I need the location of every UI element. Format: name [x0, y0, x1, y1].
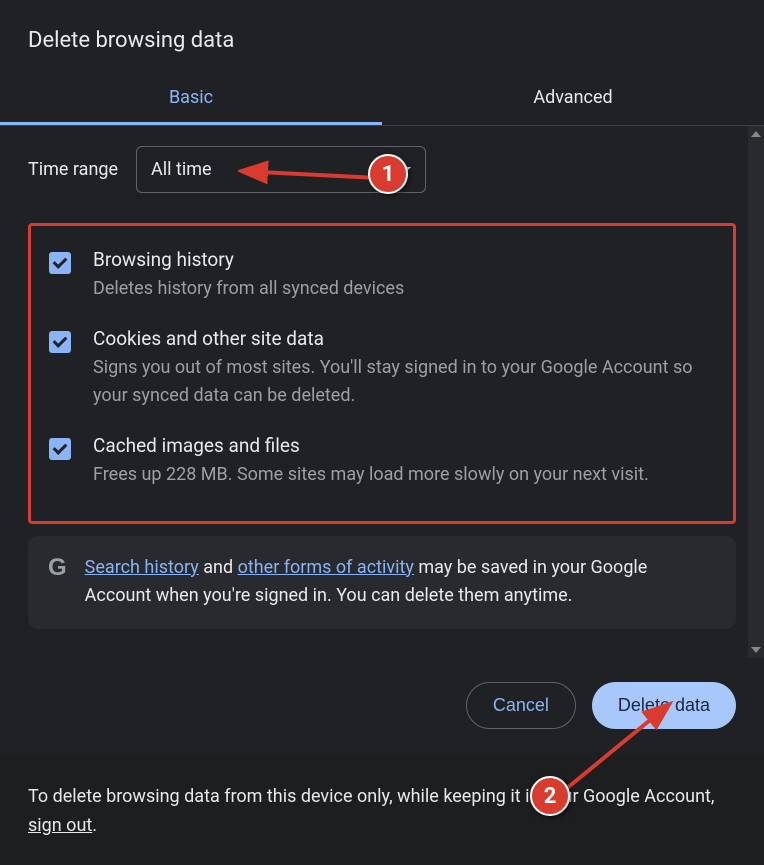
- google-info-card: G Search history and other forms of acti…: [28, 536, 736, 630]
- dialog-footer: Cancel Delete data 2: [0, 658, 764, 753]
- google-g-icon: G: [48, 554, 67, 580]
- checkbox-cache[interactable]: [49, 438, 71, 460]
- checkbox-cookies[interactable]: [49, 331, 71, 353]
- delete-browsing-data-dialog: Delete browsing data Basic Advanced Time…: [0, 0, 764, 865]
- checkbox-browsing-history[interactable]: [49, 252, 71, 274]
- annotation-highlight-box: Browsing history Deletes history from al…: [28, 223, 736, 524]
- tab-advanced[interactable]: Advanced: [382, 73, 764, 125]
- option-cookies[interactable]: Cookies and other site data Signs you ou…: [35, 317, 729, 424]
- option-title: Cached images and files: [93, 434, 715, 457]
- dialog-title: Delete browsing data: [0, 0, 764, 73]
- scrollbar[interactable]: [748, 126, 764, 658]
- option-text: Cached images and files Frees up 228 MB.…: [93, 434, 715, 489]
- content-wrap: Time range All time 1 Browsing history D…: [0, 126, 764, 658]
- annotation-badge-1: 1: [368, 154, 408, 194]
- delete-data-button[interactable]: Delete data: [592, 682, 736, 729]
- time-range-value: All time: [151, 159, 212, 180]
- tab-bar: Basic Advanced: [0, 73, 764, 126]
- option-desc: Frees up 228 MB. Some sites may load mor…: [93, 461, 715, 489]
- dialog-content: Time range All time 1 Browsing history D…: [0, 126, 764, 658]
- search-history-link[interactable]: Search history: [85, 557, 199, 578]
- option-text: Browsing history Deletes history from al…: [93, 248, 715, 303]
- option-text: Cookies and other site data Signs you ou…: [93, 327, 715, 410]
- cancel-button[interactable]: Cancel: [466, 682, 576, 729]
- sign-out-link[interactable]: sign out: [28, 815, 92, 836]
- time-range-label: Time range: [28, 159, 118, 180]
- option-title: Browsing history: [93, 248, 715, 271]
- time-range-row: Time range All time 1: [28, 146, 736, 193]
- tab-basic[interactable]: Basic: [0, 73, 382, 125]
- option-cache[interactable]: Cached images and files Frees up 228 MB.…: [35, 424, 729, 503]
- info-text: Search history and other forms of activi…: [85, 554, 716, 612]
- other-activity-link[interactable]: other forms of activity: [238, 557, 414, 578]
- scroll-down-icon[interactable]: [748, 642, 764, 658]
- option-desc: Deletes history from all synced devices: [93, 275, 715, 303]
- scroll-up-icon[interactable]: [748, 126, 764, 142]
- option-browsing-history[interactable]: Browsing history Deletes history from al…: [35, 238, 729, 317]
- option-title: Cookies and other site data: [93, 327, 715, 350]
- option-desc: Signs you out of most sites. You'll stay…: [93, 354, 715, 410]
- sign-out-note: To delete browsing data from this device…: [0, 753, 764, 865]
